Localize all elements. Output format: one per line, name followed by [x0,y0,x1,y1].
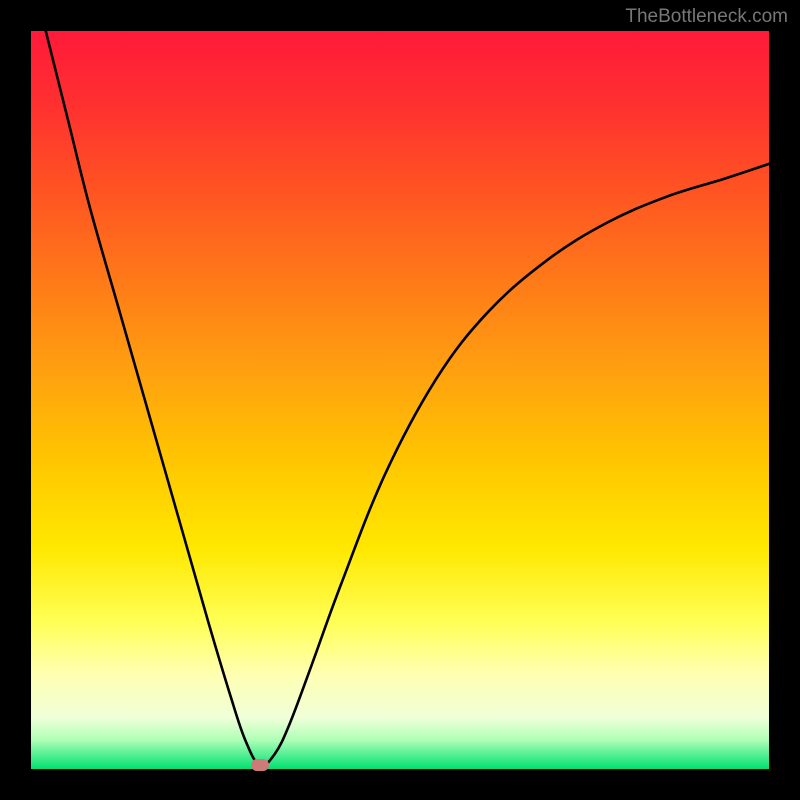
watermark-text: TheBottleneck.com [625,6,788,28]
minimum-marker [251,759,269,771]
bottleneck-curve [31,31,769,769]
plot-area [31,31,769,769]
